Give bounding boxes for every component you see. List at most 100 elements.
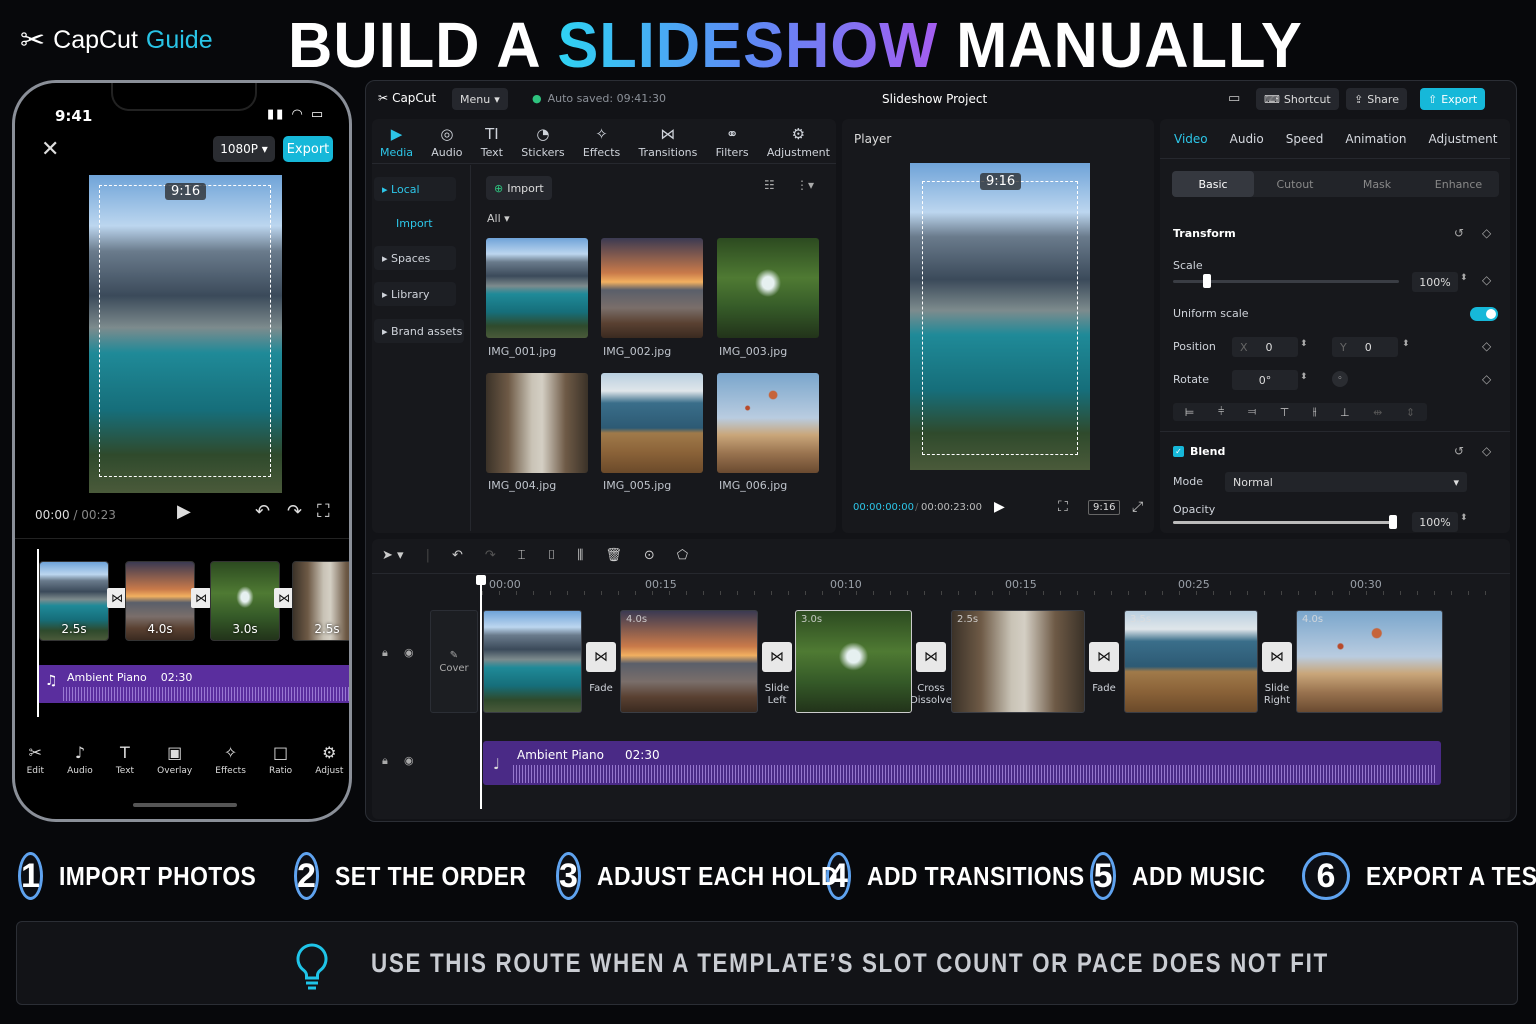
stepper-icon[interactable]: ⬍ xyxy=(1460,273,1468,283)
toolbar-adjustment[interactable]: ⚙ Adjustment xyxy=(767,125,830,159)
fullscreen-icon[interactable]: ⤢ xyxy=(1132,499,1143,515)
reset-icon[interactable]: ↺ xyxy=(1454,226,1464,240)
sidebar-item-local[interactable]: ▸ Local xyxy=(374,177,456,201)
media-thumb[interactable] xyxy=(717,238,819,338)
keyframe-icon[interactable]: ◇ xyxy=(1482,444,1491,458)
rotate-value[interactable]: 0° xyxy=(1232,370,1298,390)
tab-audio[interactable]: Audio xyxy=(1230,132,1264,146)
opacity-slider[interactable] xyxy=(1173,515,1397,529)
tool-effects[interactable]: ✧ Effects xyxy=(215,743,246,776)
fullscreen-icon[interactable]: ⛶ xyxy=(317,501,330,522)
tool-adjust[interactable]: ⚙ Adjust xyxy=(315,743,343,776)
seg-cutout[interactable]: Cutout xyxy=(1254,171,1336,197)
reset-icon[interactable]: ↺ xyxy=(1454,444,1464,458)
playhead[interactable] xyxy=(476,575,486,809)
keyframe-icon[interactable]: ◇ xyxy=(1482,273,1491,287)
ratio-button[interactable]: 9:16 xyxy=(1088,500,1121,515)
align-middle-icon[interactable]: ⫲ xyxy=(1313,405,1317,419)
import-button[interactable]: ⊕ Import xyxy=(486,176,552,200)
stepper-icon[interactable]: ⬍ xyxy=(1460,513,1468,523)
split-right-icon[interactable]: ⫼ xyxy=(577,548,583,563)
phone-clip[interactable]: 3.0s xyxy=(210,561,280,641)
align-right-icon[interactable]: ⫤ xyxy=(1248,405,1256,419)
rotate-dial-icon[interactable]: ◦ xyxy=(1332,371,1348,387)
transition-icon[interactable]: ⋈ xyxy=(916,642,946,672)
align-bottom-icon[interactable]: ⊥ xyxy=(1340,406,1350,419)
tool-text[interactable]: T Text xyxy=(116,743,134,776)
align-center-icon[interactable]: ⫩ xyxy=(1218,405,1224,419)
opacity-value[interactable]: 100% xyxy=(1412,512,1458,532)
stepper-icon[interactable]: ⬍ xyxy=(1300,339,1308,349)
transition-icon[interactable]: ⋈ xyxy=(762,642,792,672)
tool-ratio[interactable]: □ Ratio xyxy=(269,743,292,776)
position-x-field[interactable]: X0 xyxy=(1232,337,1298,357)
seg-basic[interactable]: Basic xyxy=(1172,171,1254,197)
media-thumb[interactable] xyxy=(601,373,703,473)
timeline-clip[interactable]: 4.0s xyxy=(620,610,758,713)
timeline-clip[interactable]: 2.5s xyxy=(951,610,1085,713)
stepper-icon[interactable]: ⬍ xyxy=(1402,339,1410,349)
transition-icon[interactable]: ⋈ xyxy=(107,588,127,608)
filter-dropdown[interactable]: All ▾ xyxy=(487,212,510,225)
lock-icon[interactable]: 🔒︎ xyxy=(382,646,388,660)
phone-clip[interactable]: 2.5s xyxy=(39,561,109,641)
eye-icon[interactable]: ◉ xyxy=(404,754,414,767)
uniform-scale-toggle[interactable] xyxy=(1470,307,1498,321)
toolbar-text[interactable]: TI Text xyxy=(481,125,503,159)
cover-button[interactable]: ✎ Cover xyxy=(430,610,478,713)
media-thumb[interactable] xyxy=(717,373,819,473)
timeline-clip[interactable] xyxy=(483,610,582,713)
audio-track[interactable]: ♩ Ambient Piano 02:30 xyxy=(483,741,1441,785)
position-y-field[interactable]: Y0 xyxy=(1332,337,1398,357)
seg-mask[interactable]: Mask xyxy=(1336,171,1418,197)
sort-icon[interactable]: ⋮▾ xyxy=(796,178,814,192)
sidebar-item-import[interactable]: Import xyxy=(374,211,456,235)
checkbox-icon[interactable]: ✓ xyxy=(1173,446,1184,457)
distribute-h-icon[interactable]: ⇹ xyxy=(1373,406,1382,419)
transition-icon[interactable]: ⋈ xyxy=(274,588,294,608)
stepper-icon[interactable]: ⬍ xyxy=(1300,372,1308,382)
toolbar-transitions[interactable]: ⋈ Transitions xyxy=(638,125,697,159)
distribute-v-icon[interactable]: ⇕ xyxy=(1406,406,1415,419)
keyframe-icon[interactable]: ◇ xyxy=(1482,339,1491,353)
resolution-dropdown[interactable]: 1080P ▾ xyxy=(213,136,275,162)
mode-select[interactable]: Normal ▾ xyxy=(1225,472,1467,492)
toolbar-effects[interactable]: ✧ Effects xyxy=(583,125,620,159)
tab-adjustment[interactable]: Adjustment xyxy=(1429,132,1498,146)
playhead[interactable] xyxy=(37,549,39,717)
seg-enhance[interactable]: Enhance xyxy=(1418,171,1499,197)
align-top-icon[interactable]: ⊤ xyxy=(1280,406,1290,419)
timeline-clip[interactable]: 3.5s xyxy=(1124,610,1258,713)
delete-icon[interactable]: 🗑 xyxy=(605,548,622,563)
play-icon[interactable]: ▶ xyxy=(177,501,191,522)
undo-icon[interactable]: ↶ xyxy=(255,501,270,522)
redo-icon[interactable]: ↷ xyxy=(485,548,496,563)
lock-icon[interactable]: 🔒︎ xyxy=(382,754,388,768)
timeline-clip[interactable]: 4.0s xyxy=(1296,610,1443,713)
redo-icon[interactable]: ↷ xyxy=(287,501,302,522)
fit-screen-icon[interactable]: ⛶ xyxy=(1058,499,1068,515)
freeze-icon[interactable]: ⊙ xyxy=(644,548,655,563)
timeline-clip[interactable]: 3.0s xyxy=(795,610,912,713)
select-tool-icon[interactable]: ➤ ▾ xyxy=(382,548,404,563)
opacity-knob[interactable] xyxy=(1389,515,1397,529)
split-left-icon[interactable]: ⌷ xyxy=(548,548,556,563)
transition-icon[interactable]: ⋈ xyxy=(191,588,211,608)
eye-icon[interactable]: ◉ xyxy=(404,646,414,659)
share-button[interactable]: ⇪ Share xyxy=(1346,88,1407,110)
phone-clip[interactable]: 2.5s xyxy=(292,561,349,641)
media-thumb[interactable] xyxy=(486,238,588,338)
toolbar-filters[interactable]: ⚭ Filters xyxy=(716,125,749,159)
tab-animation[interactable]: Animation xyxy=(1345,132,1406,146)
play-icon[interactable]: ▶ xyxy=(994,499,1005,515)
playhead-handle[interactable] xyxy=(476,575,486,585)
media-thumb[interactable] xyxy=(601,238,703,338)
sidebar-item-brand-assets[interactable]: ▸ Brand assets xyxy=(374,319,464,343)
tab-speed[interactable]: Speed xyxy=(1286,132,1324,146)
menu-button[interactable]: Menu ▾ xyxy=(452,88,508,110)
export-button[interactable]: Export xyxy=(283,136,333,162)
close-icon[interactable]: ✕ xyxy=(41,137,59,162)
phone-audio-track[interactable]: ♫ Ambient Piano 02:30 xyxy=(37,665,349,703)
transition-icon[interactable]: ⋈ xyxy=(586,642,616,672)
transition-icon[interactable]: ⋈ xyxy=(1262,642,1292,672)
